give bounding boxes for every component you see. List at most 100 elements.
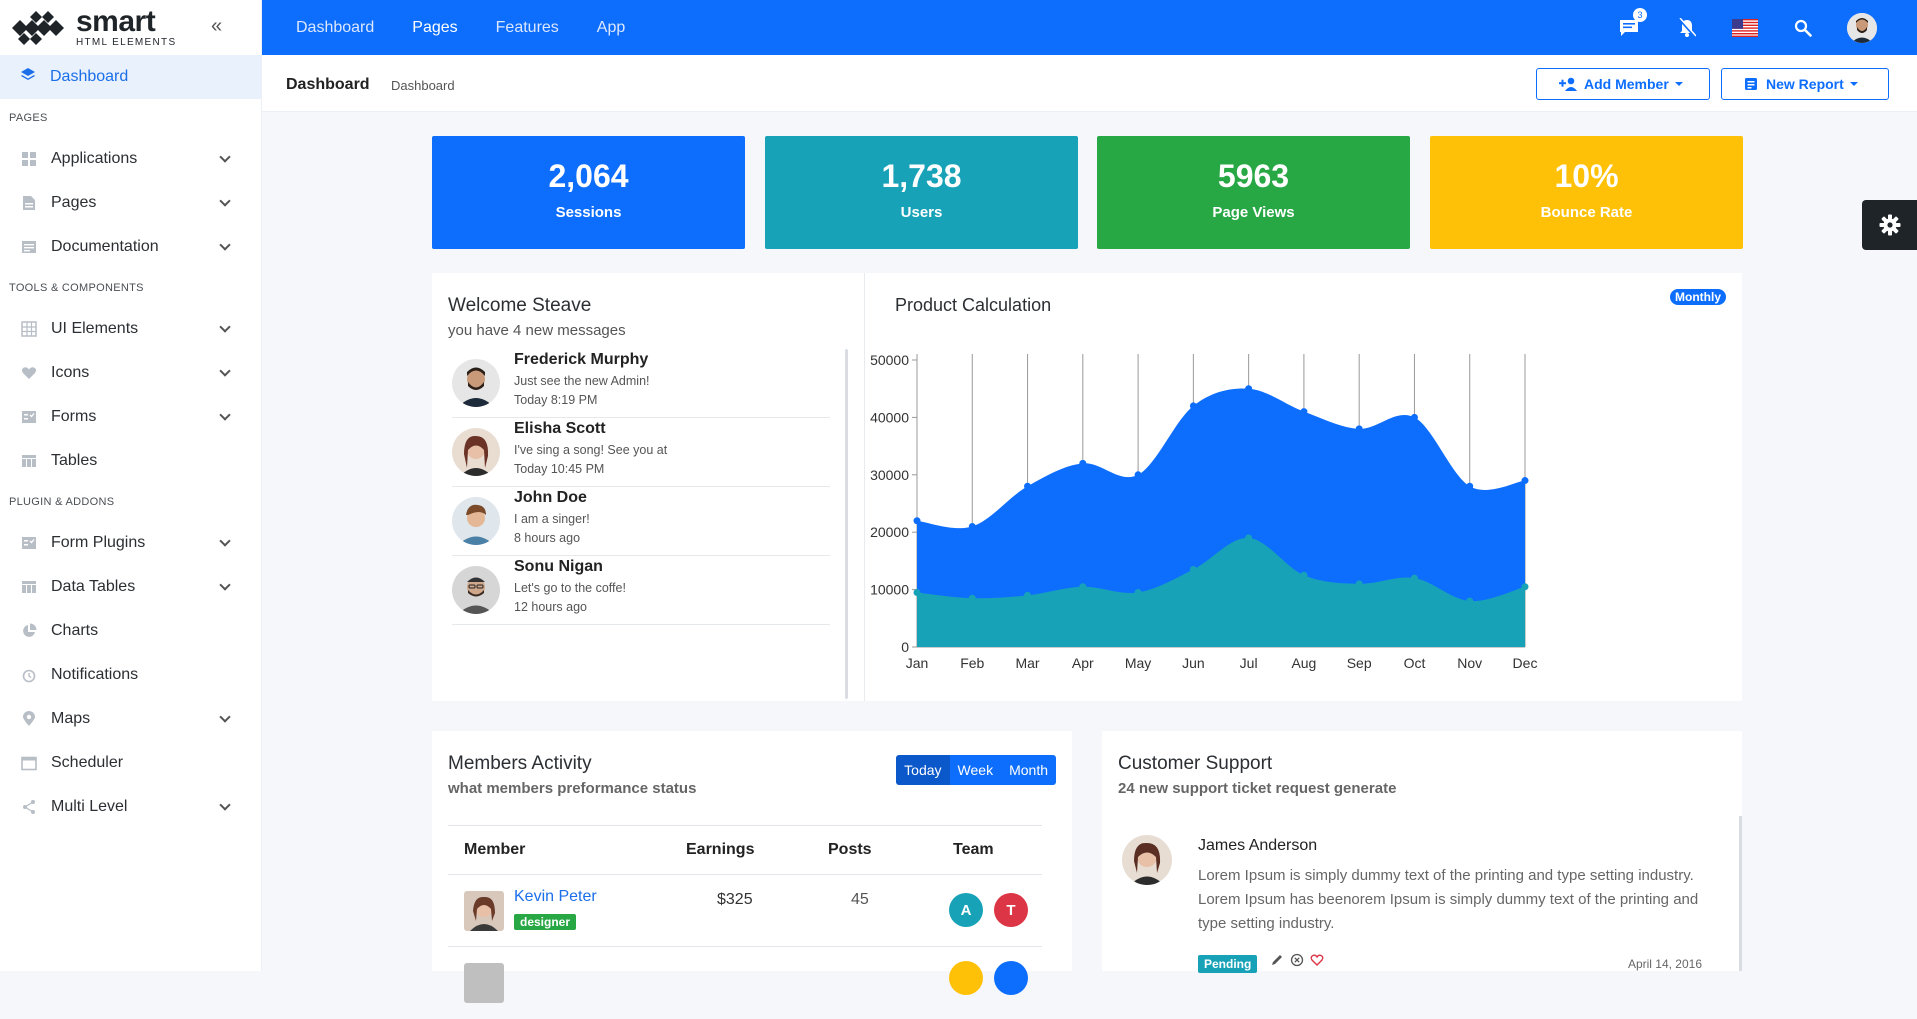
sidebar-item-label: Pages [51, 194, 97, 211]
chevron-down-icon[interactable] [219, 365, 231, 377]
range-week-button[interactable]: Week [949, 755, 1002, 785]
heart-icon[interactable] [1310, 953, 1324, 967]
sidebar-item-label: Documentation [51, 238, 159, 255]
sidebar-item-data-tables[interactable]: Data Tables [0, 565, 261, 609]
stat-card-bounce-rate[interactable]: 10% Bounce Rate [1430, 136, 1743, 249]
team-avatar[interactable] [949, 961, 983, 995]
close-circle-icon[interactable] [1290, 953, 1304, 967]
new-report-button[interactable]: New Report [1721, 68, 1889, 100]
product-area-chart: 0 10000 20000 30000 40000 50000 Jan Feb Mar Apr Ma… [870, 352, 1537, 671]
page-header: Dashboard Dashboard Add Member New Repor… [262, 55, 1917, 112]
team-avatar[interactable]: T [994, 893, 1028, 927]
sidebar-item-charts[interactable]: Charts [0, 609, 261, 653]
sidebar-item-tables[interactable]: Tables [0, 439, 261, 483]
team-avatar[interactable] [994, 961, 1028, 995]
message-item[interactable]: Frederick Murphy Just see the new Admin!… [452, 349, 830, 418]
new-report-label: New Report [1766, 76, 1844, 92]
member-name-link[interactable]: Kevin Peter [514, 888, 597, 906]
chevron-down-icon[interactable] [219, 535, 231, 547]
table-row[interactable] [448, 947, 1042, 1019]
data-point [1410, 574, 1418, 582]
stat-card-users[interactable]: 1,738 Users [765, 136, 1078, 249]
message-item[interactable]: John Doe I am a singer! 8 hours ago [452, 487, 830, 556]
message-item[interactable]: Sonu Nigan Let's go to the coffe! 12 hou… [452, 556, 830, 625]
member-posts: 45 [851, 891, 869, 908]
ticket-avatar [1122, 835, 1172, 885]
data-point [1300, 571, 1308, 579]
column-posts[interactable]: Posts [828, 841, 872, 859]
chevron-down-icon[interactable] [219, 409, 231, 421]
stat-card-sessions[interactable]: 2,064 Sessions [432, 136, 745, 249]
topnav-pages[interactable]: Pages [412, 19, 457, 37]
edit-icon[interactable] [1270, 953, 1284, 967]
data-point [1024, 482, 1032, 490]
brand[interactable]: smart HTML ELEMENTS « [0, 0, 261, 55]
sidebar-item-icons[interactable]: Icons [0, 351, 261, 395]
chevron-down-icon[interactable] [219, 321, 231, 333]
sidebar-item-documentation[interactable]: Documentation [0, 225, 261, 269]
topnav-dashboard[interactable]: Dashboard [296, 19, 374, 37]
scrollbar[interactable] [1739, 816, 1742, 971]
message-time: 12 hours ago [514, 600, 587, 614]
message-text: I've sing a song! See you at [514, 443, 668, 457]
sidebar-item-applications[interactable]: Applications [0, 137, 261, 181]
layers-icon [20, 67, 36, 88]
collapse-sidebar-icon[interactable]: « [211, 16, 231, 37]
notifications-off-icon[interactable] [1673, 14, 1701, 42]
sidebar-item-label: Charts [51, 622, 99, 639]
breadcrumb[interactable]: Dashboard [391, 78, 455, 93]
sidebar-item-notifications[interactable]: Notifications [0, 653, 261, 697]
range-today-button[interactable]: Today [896, 755, 950, 785]
ticket-author[interactable]: James Anderson [1198, 837, 1317, 855]
data-point [968, 594, 976, 602]
search-icon[interactable] [1789, 14, 1817, 42]
user-avatar[interactable] [1847, 12, 1877, 43]
chevron-down-icon[interactable] [219, 579, 231, 591]
data-point [1134, 588, 1142, 596]
calendar-icon [20, 754, 38, 772]
x-tick-label: Jul [1240, 655, 1258, 671]
topnav-features[interactable]: Features [496, 19, 559, 37]
team-avatar[interactable]: A [949, 893, 983, 927]
message-time: Today 10:45 PM [514, 462, 605, 476]
sidebar-item-label: Dashboard [50, 68, 129, 85]
sidebar-item-dashboard[interactable]: Dashboard [0, 55, 261, 99]
range-month-button[interactable]: Month [1001, 755, 1056, 785]
sidebar-item-maps[interactable]: Maps [0, 697, 261, 741]
chevron-down-icon[interactable] [219, 151, 231, 163]
sidebar-item-scheduler[interactable]: Scheduler [0, 741, 261, 785]
sidebar-item-pages[interactable]: Pages [0, 181, 261, 225]
column-member[interactable]: Member [464, 841, 525, 859]
sidebar-item-multi-level[interactable]: Multi Level [0, 785, 261, 829]
chevron-down-icon[interactable] [219, 239, 231, 251]
welcome-card: Welcome Steave you have 4 new messages F… [432, 273, 864, 701]
sidebar-item-ui-elements[interactable]: UI Elements [0, 307, 261, 351]
chevron-down-icon[interactable] [219, 711, 231, 723]
sidebar-item-label: Icons [51, 364, 90, 381]
messages-icon[interactable]: 3 [1615, 7, 1647, 42]
table-row[interactable]: Kevin Peter designer $325 45 A T [448, 875, 1042, 947]
data-point [1355, 425, 1363, 433]
stat-value: 10% [1554, 158, 1619, 194]
settings-gear-button[interactable] [1862, 200, 1917, 250]
page-title: Dashboard [286, 76, 370, 93]
scrollbar[interactable] [845, 349, 848, 699]
flag-us-icon[interactable] [1731, 14, 1759, 42]
y-tick-label: 0 [901, 639, 909, 655]
x-tick-label: Jan [906, 655, 929, 671]
welcome-title: Welcome Steave [448, 295, 592, 316]
sidebar-item-forms[interactable]: Forms [0, 395, 261, 439]
message-item[interactable]: Elisha Scott I've sing a song! See you a… [452, 418, 830, 487]
heart-icon [20, 364, 38, 382]
x-tick-label: May [1125, 655, 1151, 671]
add-member-button[interactable]: Add Member [1536, 68, 1710, 100]
chevron-down-icon[interactable] [219, 799, 231, 811]
stat-card-page-views[interactable]: 5963 Page Views [1097, 136, 1410, 249]
chevron-down-icon [1849, 82, 1858, 86]
add-user-icon [1559, 77, 1577, 91]
topnav-app[interactable]: App [597, 19, 625, 37]
sidebar-item-form-plugins[interactable]: Form Plugins [0, 521, 261, 565]
chevron-down-icon[interactable] [219, 195, 231, 207]
column-earnings[interactable]: Earnings [686, 841, 754, 859]
column-team[interactable]: Team [953, 841, 994, 859]
